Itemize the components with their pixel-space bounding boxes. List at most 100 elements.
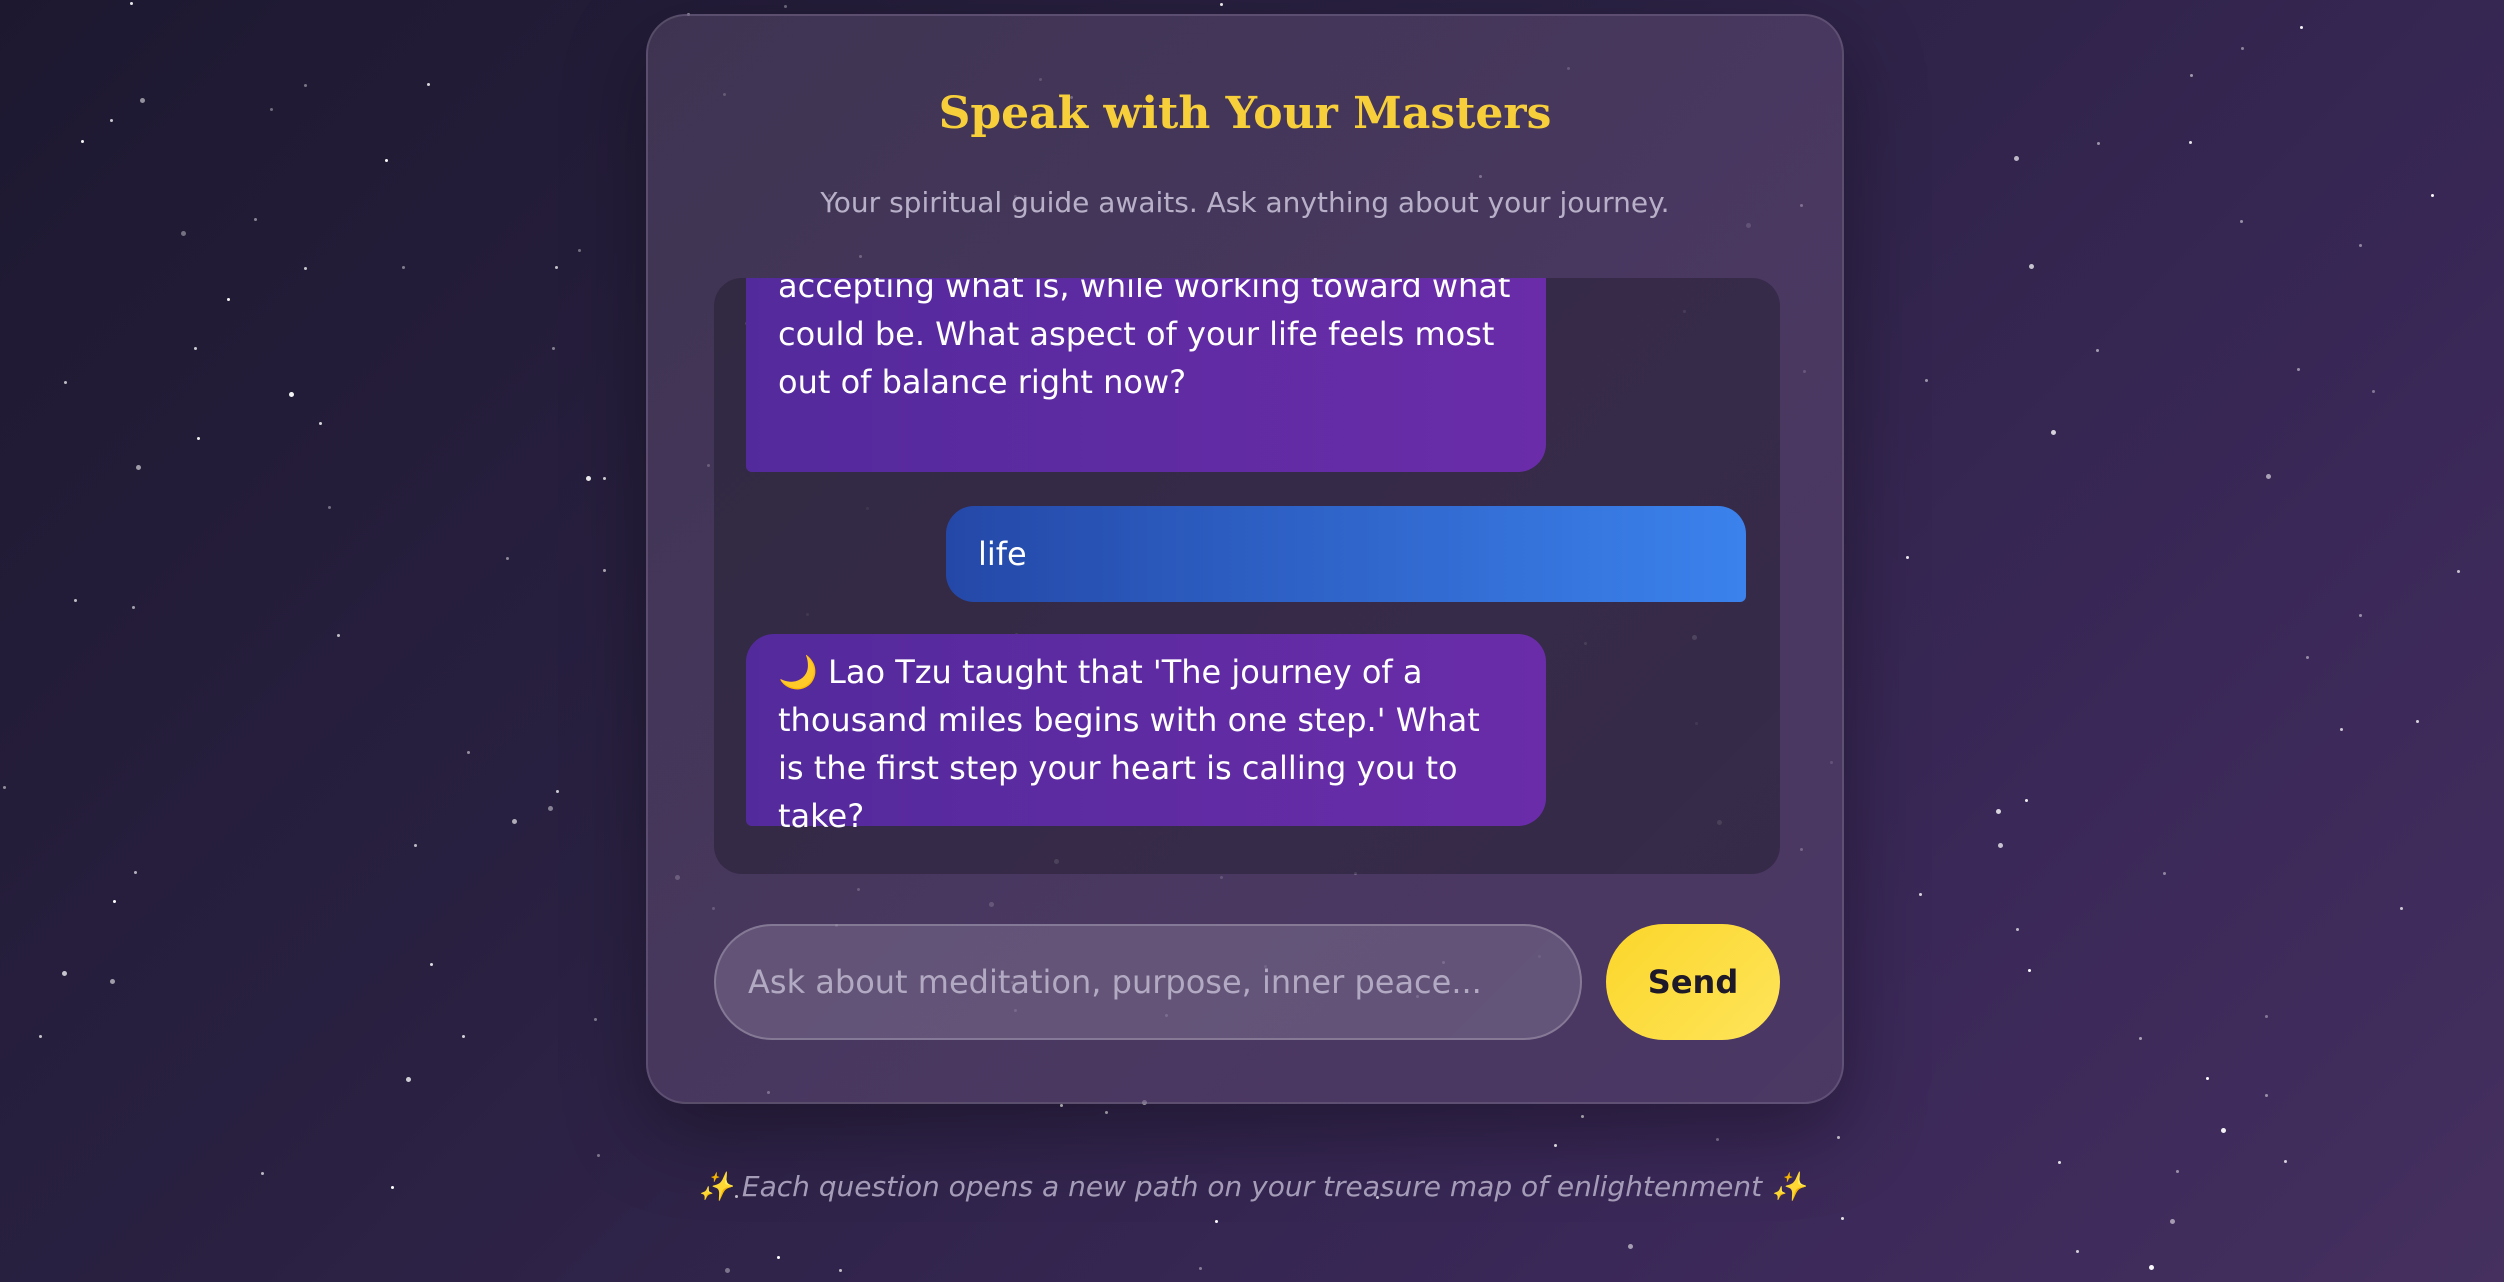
star (1554, 1144, 1557, 1147)
star (462, 1035, 465, 1038)
star (467, 751, 470, 754)
star (555, 266, 558, 269)
page-title: Speak with Your Masters (938, 88, 1552, 139)
star (2297, 368, 2300, 371)
star (304, 267, 307, 270)
star (548, 806, 553, 811)
chat-history[interactable]: accepting what is, while working toward … (714, 278, 1780, 874)
star (552, 347, 555, 350)
star (2400, 907, 2403, 910)
star (1906, 556, 1909, 559)
star (1628, 1244, 1633, 1249)
star (194, 347, 197, 350)
star (110, 119, 113, 122)
star (319, 422, 322, 425)
star (304, 84, 307, 87)
star (2029, 264, 2034, 269)
star (2265, 1015, 2268, 1018)
star (2416, 720, 2419, 723)
star (130, 2, 133, 5)
star (62, 971, 67, 976)
star (594, 1018, 597, 1021)
star (110, 979, 115, 984)
star (1581, 1115, 1584, 1118)
star (385, 159, 388, 162)
star (2206, 1077, 2209, 1080)
star (39, 1035, 42, 1038)
star (2096, 349, 2099, 352)
star (64, 381, 67, 384)
question-input[interactable] (714, 924, 1582, 1040)
star (1841, 1217, 1844, 1220)
star (1996, 809, 2001, 814)
star (2025, 799, 2028, 802)
star (181, 231, 186, 236)
star (586, 476, 591, 481)
star (2241, 47, 2244, 50)
star (512, 819, 517, 824)
star (1837, 1136, 1840, 1139)
star (74, 599, 77, 602)
star (506, 557, 509, 560)
star (2149, 1265, 2154, 1270)
star (2265, 1094, 2268, 1097)
star (2163, 872, 2166, 875)
star (1220, 3, 1223, 6)
star (2340, 728, 2343, 731)
chat-panel: Speak with Your Masters Your spiritual g… (646, 14, 1844, 1104)
star (2058, 1161, 2061, 1164)
star (227, 298, 230, 301)
star (2076, 1250, 2079, 1253)
star (427, 83, 430, 86)
star (113, 900, 116, 903)
star (1060, 1104, 1063, 1107)
star (2240, 220, 2243, 223)
star (597, 1154, 600, 1157)
star (254, 218, 257, 221)
star (603, 569, 606, 572)
star (2221, 1128, 2226, 1133)
master-message: accepting what is, while working toward … (746, 278, 1546, 472)
star (2300, 26, 2303, 29)
star (2097, 142, 2100, 145)
star (270, 108, 273, 111)
star (2372, 390, 2375, 393)
star (289, 392, 294, 397)
star (1215, 1220, 1218, 1223)
star (556, 790, 559, 793)
star (1105, 1111, 1108, 1114)
star (402, 266, 405, 269)
star (2359, 614, 2362, 617)
star (2266, 474, 2271, 479)
star (2359, 244, 2362, 247)
star (2431, 194, 2434, 197)
star (603, 477, 606, 480)
star (2190, 74, 2193, 77)
send-button[interactable]: Send (1606, 924, 1780, 1040)
star (136, 465, 141, 470)
star (406, 1077, 411, 1082)
star (134, 871, 137, 874)
page-subtitle: Your spiritual guide awaits. Ask anythin… (820, 186, 1670, 219)
star (2051, 430, 2056, 435)
star (725, 1268, 730, 1273)
star (3, 786, 6, 789)
star (197, 437, 200, 440)
star (140, 98, 145, 103)
star (2016, 928, 2019, 931)
star (1998, 843, 2003, 848)
star (839, 1269, 842, 1272)
star (414, 844, 417, 847)
star (2189, 141, 2192, 144)
star (337, 634, 340, 637)
star (2284, 1160, 2287, 1163)
star (784, 5, 787, 8)
star (2139, 1037, 2142, 1040)
user-message: life (946, 506, 1746, 602)
star (2014, 156, 2019, 161)
star (81, 140, 84, 143)
star (2028, 969, 2031, 972)
footer-tagline: ✨ Each question opens a new path on your… (698, 1170, 1806, 1203)
star (1716, 1138, 1719, 1141)
star (1199, 1267, 1202, 1270)
